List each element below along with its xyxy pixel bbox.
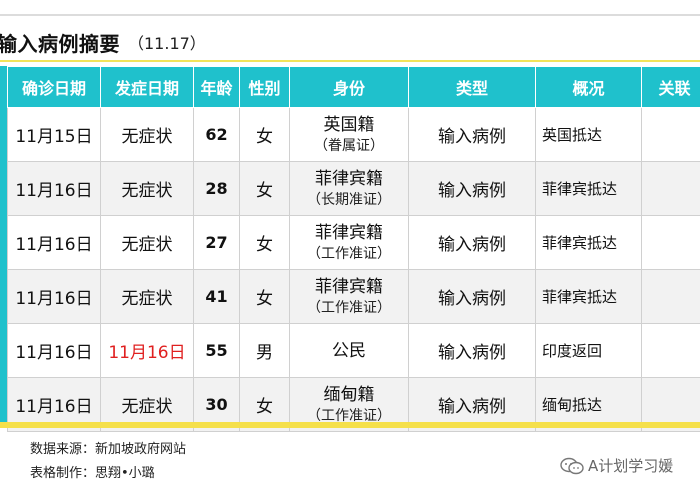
identity-cell: 菲律宾籍 （工作准证） [289, 269, 409, 324]
gender-cell: 女 [239, 269, 290, 324]
summary-cell: 印度返回 [535, 323, 642, 378]
bottom-accent-band [0, 422, 700, 428]
identity-nationality: 英国籍 [323, 114, 375, 135]
case-type-cell: 输入病例 [408, 107, 536, 162]
case-table: 确诊日期 发症日期 年龄 性别 身份 类型 概况 关联 11月15日 无症状 6… [7, 66, 700, 432]
column-header: 年龄 [193, 66, 240, 108]
case-type-cell: 输入病例 [408, 323, 536, 378]
identity-pass-type: （长期准证） [307, 191, 391, 208]
column-header: 关联 [641, 66, 700, 108]
age-cell: 28 [193, 161, 240, 216]
gender-cell: 女 [239, 215, 290, 270]
gender-cell: 男 [239, 323, 290, 378]
column-header: 发症日期 [100, 66, 194, 108]
confirm-date-cell: 11月16日 [7, 161, 101, 216]
watermark-text: A计划学习媛 [588, 457, 674, 475]
column-header: 确诊日期 [7, 66, 101, 108]
table-row: 11月15日 无症状 62 女 英国籍 （眷属证） 输入病例 英国抵达 [7, 107, 700, 162]
page-title-date: （11.17） [128, 34, 206, 53]
gender-cell: 女 [239, 161, 290, 216]
link-cell [641, 161, 700, 216]
identity-nationality: 菲律宾籍 [315, 222, 383, 243]
age-cell: 55 [193, 323, 240, 378]
identity-cell: 公民 [289, 323, 409, 378]
link-cell [641, 215, 700, 270]
title-bar: 输入病例摘要 （11.17） [0, 24, 700, 62]
identity-nationality: 缅甸籍 [323, 384, 375, 405]
identity-cell: 菲律宾籍 （长期准证） [289, 161, 409, 216]
summary-cell: 菲律宾抵达 [535, 269, 642, 324]
wechat-icon [560, 457, 584, 474]
column-header: 概况 [535, 66, 642, 108]
case-type-cell: 输入病例 [408, 215, 536, 270]
table-row: 11月16日 11月16日 55 男 公民 输入病例 印度返回 [7, 323, 700, 378]
onset-date-cell: 无症状 [100, 107, 194, 162]
case-table-wrapper: 确诊日期 发症日期 年龄 性别 身份 类型 概况 关联 11月15日 无症状 6… [0, 66, 700, 432]
table-row: 11月16日 无症状 28 女 菲律宾籍 （长期准证） 输入病例 菲律宾抵达 [7, 161, 700, 216]
onset-date-cell: 11月16日 [100, 323, 194, 378]
age-cell: 62 [193, 107, 240, 162]
table-header-row: 确诊日期 发症日期 年龄 性别 身份 类型 概况 关联 [7, 66, 700, 108]
link-cell [641, 107, 700, 162]
confirm-date-cell: 11月16日 [7, 215, 101, 270]
watermark: A计划学习媛 [560, 455, 673, 476]
table-row: 11月16日 无症状 41 女 菲律宾籍 （工作准证） 输入病例 菲律宾抵达 [7, 269, 700, 324]
summary-cell: 菲律宾抵达 [535, 215, 642, 270]
link-cell [641, 269, 700, 324]
identity-nationality: 菲律宾籍 [315, 276, 383, 297]
case-type-cell: 输入病例 [408, 269, 536, 324]
identity-nationality: 公民 [332, 340, 366, 361]
summary-cell: 英国抵达 [535, 107, 642, 162]
identity-cell: 英国籍 （眷属证） [289, 107, 409, 162]
gender-cell: 女 [239, 107, 290, 162]
age-cell: 27 [193, 215, 240, 270]
page-title: 输入病例摘要 [0, 31, 120, 56]
column-header: 性别 [239, 66, 290, 108]
identity-cell: 菲律宾籍 （工作准证） [289, 215, 409, 270]
onset-date-cell: 无症状 [100, 161, 194, 216]
summary-cell: 菲律宾抵达 [535, 161, 642, 216]
onset-date-cell: 无症状 [100, 269, 194, 324]
case-type-cell: 输入病例 [408, 161, 536, 216]
onset-date-cell: 无症状 [100, 215, 194, 270]
age-cell: 41 [193, 269, 240, 324]
table-maker-note: 表格制作：思翔•小璐 [30, 466, 155, 481]
identity-pass-type: （工作准证） [307, 245, 391, 262]
data-source-note: 数据来源：新加坡政府网站 [30, 442, 187, 457]
link-cell [641, 323, 700, 378]
top-rule [0, 14, 700, 16]
confirm-date-cell: 11月16日 [7, 323, 101, 378]
table-row: 11月16日 无症状 27 女 菲律宾籍 （工作准证） 输入病例 菲律宾抵达 [7, 215, 700, 270]
column-header: 类型 [408, 66, 536, 108]
identity-nationality: 菲律宾籍 [315, 168, 383, 189]
confirm-date-cell: 11月16日 [7, 269, 101, 324]
identity-pass-type: （眷属证） [314, 137, 384, 154]
confirm-date-cell: 11月15日 [7, 107, 101, 162]
column-header: 身份 [289, 66, 409, 108]
identity-pass-type: （工作准证） [307, 299, 391, 316]
